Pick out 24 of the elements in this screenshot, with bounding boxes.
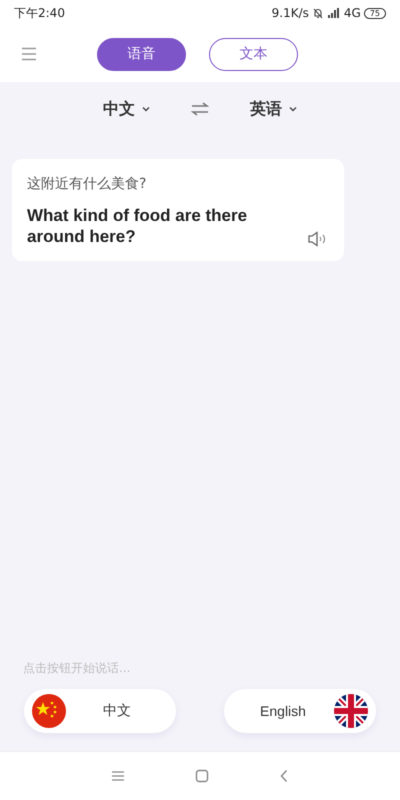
mode-tab[interactable]: 语音 (97, 38, 186, 70)
swap-icon[interactable] (190, 101, 210, 117)
speak-button[interactable]: English (224, 689, 376, 733)
network-speed: 9.1K/s (272, 6, 309, 20)
muted-bell-icon (312, 7, 324, 19)
speak-button[interactable]: 中文 (24, 689, 176, 733)
source-language-dropdown[interactable]: 中文 (103, 98, 150, 120)
chevron-down-icon (289, 106, 297, 112)
back-icon[interactable] (279, 769, 289, 783)
network-type: 4G (344, 6, 361, 20)
uk-flag-icon (334, 694, 368, 728)
menu-icon[interactable] (21, 47, 37, 61)
target-language-dropdown[interactable]: 英语 (250, 98, 297, 120)
status-time: 下午2:40 (14, 4, 65, 22)
mode-tab[interactable]: 文本 (209, 38, 298, 70)
translated-text: What kind of food are there around here? (27, 205, 248, 247)
home-icon[interactable] (195, 769, 209, 783)
chevron-down-icon (142, 106, 150, 112)
source-text: 这附近有什么美食? (27, 175, 148, 193)
china-flag-icon (32, 694, 66, 728)
menu-icon[interactable] (111, 770, 125, 782)
signal-icon (326, 7, 341, 19)
battery-indicator: 75 (364, 8, 386, 18)
hint-text: 点击按钮开始说话... (22, 660, 132, 677)
